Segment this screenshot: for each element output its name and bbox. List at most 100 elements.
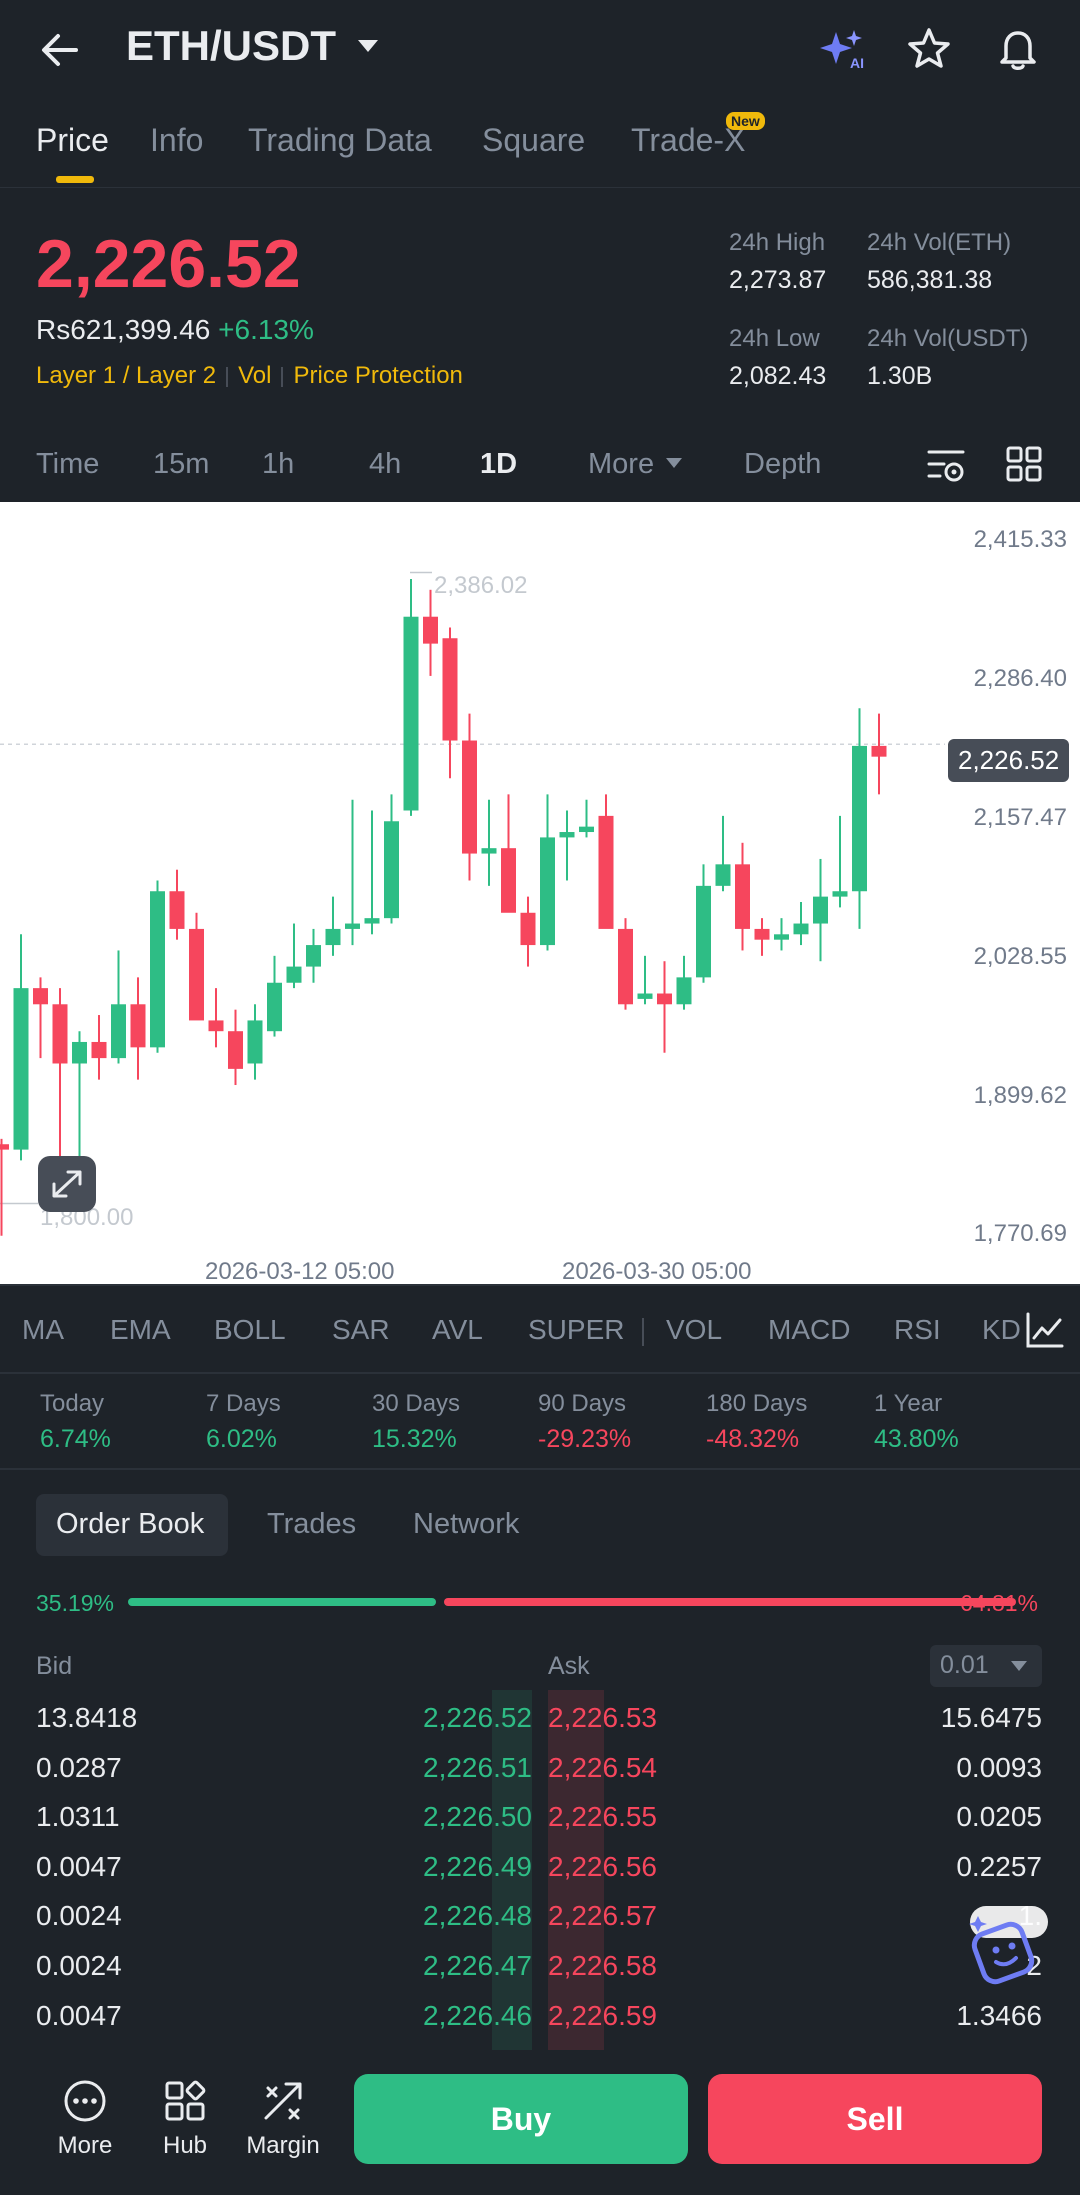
indicator-ma[interactable]: MA bbox=[22, 1314, 64, 1346]
candle-body bbox=[579, 826, 594, 833]
candle bbox=[559, 810, 575, 881]
favorite-star-icon[interactable] bbox=[906, 26, 952, 72]
orderbook-row[interactable]: 0.0047 2,226.46 2,226.59 1.3466 bbox=[0, 1992, 1080, 2042]
indicator-macd[interactable]: MACD bbox=[768, 1314, 850, 1346]
tab-info[interactable]: Info bbox=[150, 122, 203, 159]
timeframe-4h[interactable]: 4h bbox=[369, 448, 401, 481]
timeframe-depth[interactable]: Depth bbox=[744, 448, 821, 481]
caret-down-icon[interactable] bbox=[356, 38, 380, 54]
candle-body bbox=[696, 885, 711, 978]
period-value: 6.02% bbox=[206, 1425, 277, 1453]
nav-more[interactable]: More bbox=[40, 2080, 130, 2159]
candle bbox=[189, 912, 204, 1021]
indicator-sar[interactable]: SAR bbox=[332, 1314, 390, 1346]
orderbook-row[interactable]: 1.0311 2,226.50 2,226.55 0.0205 bbox=[0, 1793, 1080, 1843]
tab-price[interactable]: Price bbox=[36, 122, 109, 159]
timeframe-time[interactable]: Time bbox=[36, 448, 99, 481]
orderbook-row[interactable]: 0.0024 2,226.47 2,226.58 2 bbox=[0, 1942, 1080, 1992]
bid-price: 2,226.52 bbox=[423, 1702, 532, 1733]
candle bbox=[442, 627, 458, 779]
timeframe-15m[interactable]: 15m bbox=[153, 448, 209, 481]
candle-body bbox=[813, 896, 828, 924]
candle-body bbox=[618, 928, 633, 1005]
candle bbox=[852, 708, 867, 929]
indicator-super[interactable]: SUPER bbox=[528, 1314, 624, 1346]
period-label: 90 Days bbox=[538, 1390, 627, 1417]
tab-trades[interactable]: Trades bbox=[267, 1508, 356, 1541]
candle-body bbox=[33, 988, 48, 1005]
nav-hub[interactable]: Hub bbox=[140, 2080, 230, 2159]
precision-select[interactable]: 0.01 bbox=[930, 1645, 1042, 1687]
timeframe-1h[interactable]: 1h bbox=[262, 448, 294, 481]
tab-square[interactable]: Square bbox=[482, 122, 585, 159]
nav-margin[interactable]: Margin bbox=[238, 2080, 328, 2159]
back-arrow-icon[interactable] bbox=[36, 26, 84, 74]
chart-settings-icon[interactable] bbox=[926, 446, 966, 484]
tag-price-protection[interactable]: Price Protection bbox=[293, 362, 462, 389]
tab-trading-data[interactable]: Trading Data bbox=[248, 122, 432, 159]
ai-sparkle-icon[interactable]: AI bbox=[818, 28, 870, 72]
ask-qty: 0.2257 bbox=[956, 1850, 1042, 1882]
indicator-ema[interactable]: EMA bbox=[110, 1314, 171, 1346]
support-bot-icon[interactable] bbox=[960, 1906, 1048, 1994]
tag-row: Layer 1 / Layer 2 Vol Price Protection bbox=[36, 362, 463, 390]
orderbook-row[interactable]: 13.8418 2,226.52 2,226.53 15.6475 bbox=[0, 1694, 1080, 1744]
tag-vol[interactable]: Vol bbox=[238, 362, 271, 389]
tab-network[interactable]: Network bbox=[413, 1508, 519, 1541]
grid-layout-icon[interactable] bbox=[1006, 446, 1042, 482]
period-value: -48.32% bbox=[706, 1425, 800, 1453]
notification-bell-icon[interactable] bbox=[994, 24, 1042, 72]
candle-body bbox=[267, 982, 282, 1032]
timeframe-1d[interactable]: 1D bbox=[480, 448, 517, 481]
orderbook-row[interactable]: 0.0047 2,226.49 2,226.56 0.2257 bbox=[0, 1843, 1080, 1893]
orderbook-row[interactable]: 0.0287 2,226.51 2,226.54 0.0093 bbox=[0, 1744, 1080, 1794]
y-tick: 2,157.47 bbox=[973, 804, 1067, 831]
candle bbox=[598, 794, 614, 929]
ask-qty: 15.6475 bbox=[940, 1702, 1042, 1733]
buy-button[interactable]: Buy bbox=[354, 2074, 688, 2164]
candle bbox=[540, 794, 555, 951]
pair-title[interactable]: ETH/USDT bbox=[126, 22, 336, 70]
bid-qty: 13.8418 bbox=[36, 1702, 138, 1733]
candle bbox=[364, 810, 380, 935]
tag-layer[interactable]: Layer 1 / Layer 2 bbox=[36, 362, 216, 389]
indicator-kd[interactable]: KD bbox=[982, 1314, 1021, 1346]
ask-ratio-bar bbox=[444, 1598, 1016, 1606]
y-tick: 2,028.55 bbox=[973, 943, 1067, 970]
candle bbox=[52, 988, 68, 1166]
sell-button[interactable]: Sell bbox=[708, 2074, 1042, 2164]
bid-qty: 0.0024 bbox=[36, 1950, 122, 1981]
candle-body bbox=[774, 934, 789, 940]
candle-body bbox=[559, 832, 575, 838]
ask-ratio: 64.81% bbox=[960, 1590, 1039, 1616]
candle-body bbox=[286, 966, 302, 983]
last-price-marker: 2,226.52 bbox=[948, 739, 1070, 782]
ask-price: 2,226.54 bbox=[548, 1751, 657, 1783]
candle bbox=[150, 880, 165, 1053]
period-label: Today bbox=[40, 1390, 105, 1417]
period-label: 1 Year bbox=[874, 1390, 943, 1417]
ask-price: 2,226.59 bbox=[548, 1999, 657, 2031]
orderbook-row[interactable]: 0.00242,226.482,226.571. bbox=[0, 1892, 1080, 1942]
indicator-boll[interactable]: BOLL bbox=[214, 1314, 286, 1346]
candle bbox=[520, 896, 536, 967]
indicator-avl[interactable]: AVL bbox=[432, 1314, 483, 1346]
expand-chart-button[interactable] bbox=[38, 1156, 96, 1212]
indicator-settings-icon[interactable] bbox=[1024, 1310, 1066, 1350]
candlestick-chart[interactable]: 2,415.33 2,286.40 2,157.47 2,028.55 1,89… bbox=[0, 502, 1080, 1285]
indicator-rsi[interactable]: RSI bbox=[894, 1314, 941, 1346]
candle-body bbox=[91, 1041, 107, 1059]
candle-body bbox=[13, 988, 29, 1150]
more-caret-icon[interactable] bbox=[664, 456, 684, 470]
candle bbox=[384, 794, 399, 924]
tab-order-book[interactable]: Order Book bbox=[56, 1508, 204, 1541]
candle bbox=[286, 923, 302, 989]
bid-ratio-bar bbox=[128, 1598, 437, 1606]
new-badge: New bbox=[726, 112, 765, 130]
timeframe-more[interactable]: More bbox=[588, 448, 654, 481]
top-tabs: Price Info Trading Data Square Trade-X N… bbox=[0, 112, 1080, 188]
candle-body bbox=[501, 848, 516, 913]
vol-quote-label: 24h Vol(USDT) bbox=[867, 325, 1029, 352]
candle-body bbox=[189, 928, 204, 1021]
indicator-vol[interactable]: VOL bbox=[666, 1314, 722, 1346]
